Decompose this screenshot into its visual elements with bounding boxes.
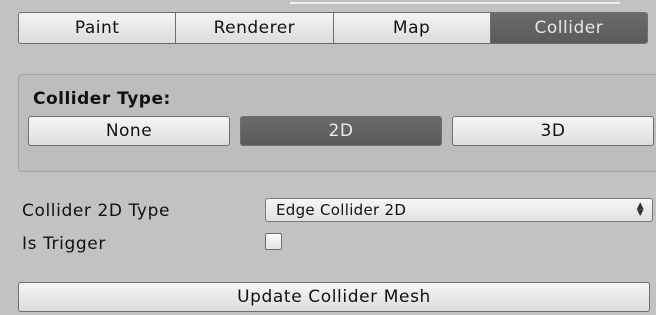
collider-2d-type-label: Collider 2D Type [22, 201, 171, 221]
collider-2d-type-dropdown[interactable]: Edge Collider 2D ▲ ▼ [265, 198, 653, 222]
collider-type-none-button[interactable]: None [28, 116, 230, 146]
tab-collider[interactable]: Collider [489, 13, 647, 43]
update-collider-mesh-button[interactable]: Update Collider Mesh [18, 282, 650, 312]
up-down-arrows-icon: ▲ ▼ [636, 201, 644, 218]
is-trigger-checkbox[interactable] [265, 233, 282, 250]
tab-renderer[interactable]: Renderer [175, 13, 333, 43]
window-top-highlight [290, 2, 620, 4]
tab-paint[interactable]: Paint [19, 13, 176, 43]
collider-type-2d-button[interactable]: 2D [240, 116, 442, 146]
collider-2d-type-value: Edge Collider 2D [276, 201, 407, 219]
collider-type-title: Collider Type: [33, 89, 171, 109]
tab-map[interactable]: Map [332, 13, 490, 43]
is-trigger-label: Is Trigger [22, 234, 106, 254]
collider-type-3d-button[interactable]: 3D [452, 116, 654, 146]
inspector-tab-bar: Paint Renderer Map Collider [18, 12, 648, 44]
collider-type-panel: Collider Type: None 2D 3D [18, 74, 656, 172]
